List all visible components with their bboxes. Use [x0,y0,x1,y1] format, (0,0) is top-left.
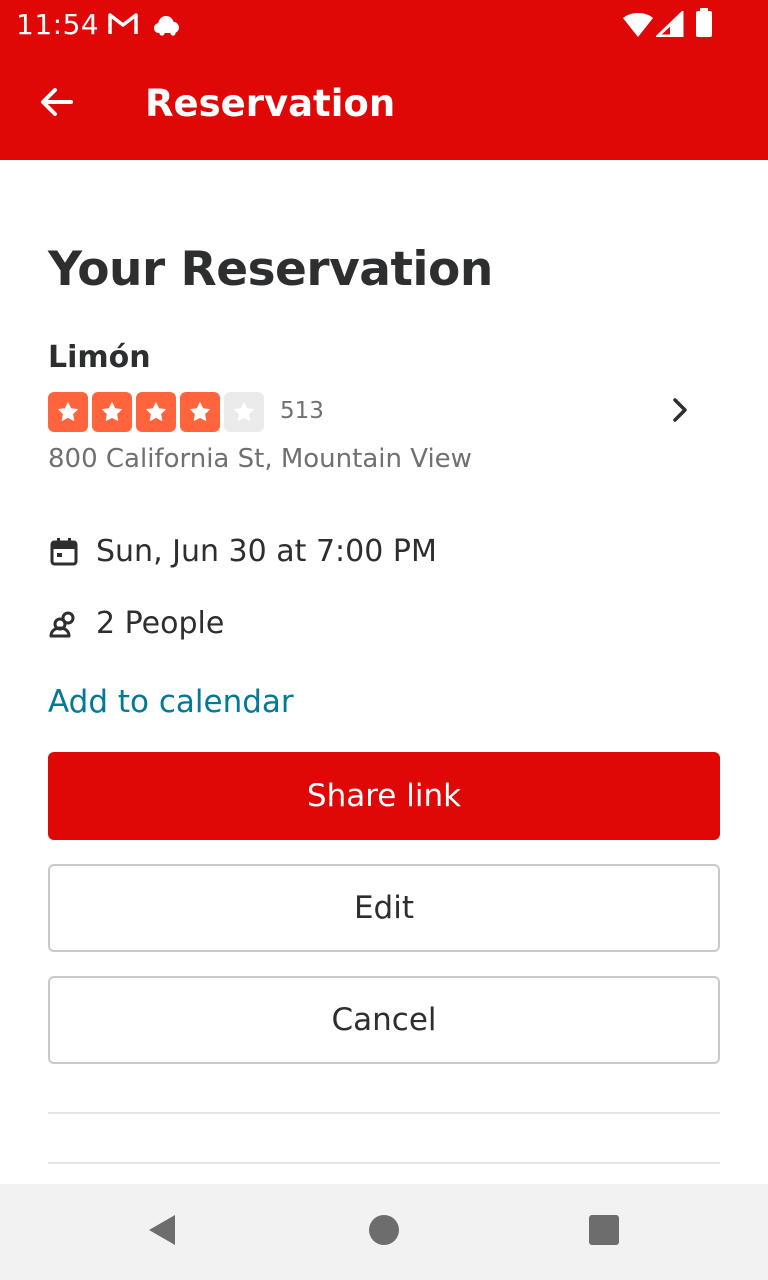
home-circle-icon [368,1214,400,1251]
app-bar: Reservation [0,48,768,160]
wifi-icon [622,12,654,43]
star-rating [48,392,264,432]
recents-square-icon [588,1214,620,1251]
star-icon [48,392,88,432]
gmail-icon [108,12,138,41]
arrow-back-icon [38,84,74,125]
battery-icon [694,8,714,43]
signal-icon [654,9,684,42]
party-size: 2 People [96,606,225,641]
back-triangle-icon [146,1213,178,1252]
divider [48,1112,720,1114]
app-bar-title: Reservation [145,82,396,125]
star-icon [92,392,132,432]
review-count: 513 [280,398,324,424]
star-icon [180,392,220,432]
reservation-datetime: Sun, Jun 30 at 7:00 PM [96,534,437,569]
restaurant-address: 800 California St, Mountain View [48,444,472,474]
divider [48,1162,720,1164]
party-size-row: 2 People [48,606,224,641]
restaurant-details-button[interactable] [656,388,704,436]
status-time: 11:54 [16,8,100,41]
add-to-calendar-link[interactable]: Add to calendar [48,684,294,720]
star-empty-icon [224,392,264,432]
cancel-button[interactable]: Cancel [48,976,720,1064]
back-button[interactable] [24,72,88,136]
restaurant-name[interactable]: Limón [48,340,151,375]
status-bar: 11:54 [0,0,768,48]
people-icon [48,608,80,640]
edit-button[interactable]: Edit [48,864,720,952]
system-back-button[interactable] [138,1208,186,1256]
system-nav-bar [0,1184,768,1280]
page-title: Your Reservation [48,242,493,297]
system-home-button[interactable] [360,1208,408,1256]
system-recents-button[interactable] [580,1208,628,1256]
share-link-button[interactable]: Share link [48,752,720,840]
calendar-icon [48,536,80,568]
datetime-row: Sun, Jun 30 at 7:00 PM [48,534,437,569]
cloud-icon [152,12,182,41]
star-icon [136,392,176,432]
chevron-right-icon [670,396,690,429]
